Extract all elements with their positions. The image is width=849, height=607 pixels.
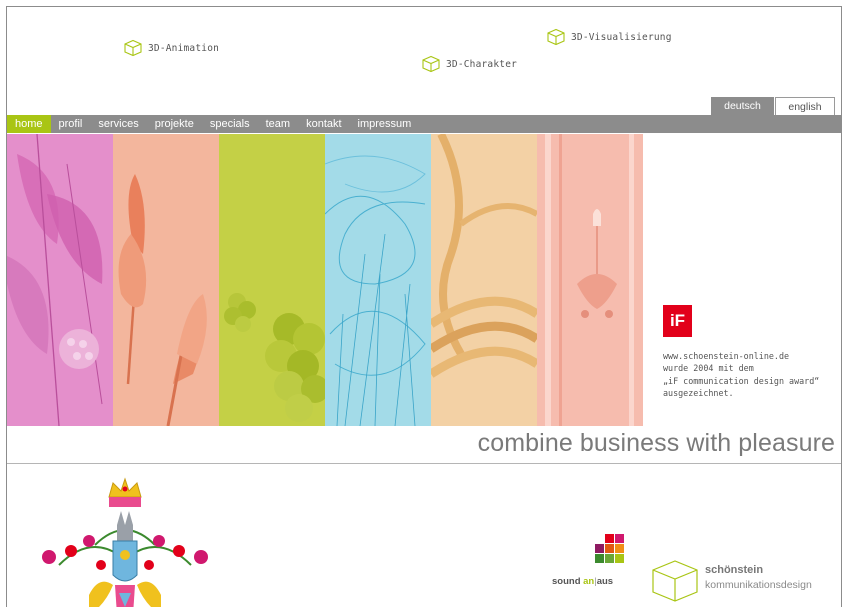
cube-icon (123, 39, 143, 57)
language-deutsch-button[interactable]: deutsch (711, 97, 774, 115)
link-3d-charakter[interactable]: 3D-Charakter (421, 55, 517, 73)
brand-name[interactable]: schönstein (705, 564, 763, 576)
banner-strip-blue-scribble (325, 134, 431, 426)
nav-kontakt[interactable]: kontakt (298, 115, 349, 133)
page-frame: 3D-Animation 3D-Charakter 3D-Visualisier… (6, 6, 842, 607)
award-line[interactable]: www.schoenstein-online.de (663, 350, 841, 362)
sound-on-button[interactable]: an (583, 576, 594, 587)
cube-icon[interactable] (650, 559, 700, 607)
sound-toggle: sound an|aus (552, 576, 613, 587)
brand-subtitle: kommunikationsdesign (705, 579, 812, 591)
sound-label: sound (552, 576, 581, 587)
nav-services[interactable]: services (90, 115, 146, 133)
if-award-logo[interactable]: iF (663, 305, 692, 337)
nav-specials[interactable]: specials (202, 115, 258, 133)
sound-off-button[interactable]: aus (597, 576, 613, 587)
cube-icon (421, 55, 441, 73)
nav-home[interactable]: home (7, 115, 51, 133)
award-text: www.schoenstein-online.de wurde 2004 mit… (663, 350, 841, 399)
link-3d-charakter-label: 3D-Charakter (446, 58, 518, 70)
banner-strip-peach-flowers (113, 134, 219, 426)
banner-strip-coral-chandelier (537, 134, 643, 426)
nav-impressum[interactable]: impressum (350, 115, 420, 133)
link-3d-visualisierung[interactable]: 3D-Visualisierung (546, 28, 672, 46)
banner-strip-gold-ribbons (431, 134, 537, 426)
divider (7, 463, 841, 464)
slogan: combine business with pleasure (477, 429, 835, 457)
banner-strip-green-grapes (219, 134, 325, 426)
coat-of-arms (29, 475, 219, 607)
language-english-button[interactable]: english (775, 97, 835, 115)
color-squares-logo (595, 534, 625, 569)
link-3d-visualisierung-label: 3D-Visualisierung (571, 31, 672, 43)
main-nav: home profil services projekte specials t… (7, 115, 841, 133)
nav-profil[interactable]: profil (51, 115, 91, 133)
link-3d-animation-label: 3D-Animation (148, 42, 220, 54)
nav-projekte[interactable]: projekte (147, 115, 202, 133)
banner-strip-pink-leaves (7, 134, 113, 426)
award-line: ausgezeichnet. (663, 387, 734, 398)
link-3d-animation[interactable]: 3D-Animation (123, 39, 219, 57)
award-line: „iF communication design award“ (663, 375, 820, 386)
cube-icon (546, 28, 566, 46)
award-line: wurde 2004 mit dem (663, 363, 754, 374)
nav-team[interactable]: team (258, 115, 298, 133)
